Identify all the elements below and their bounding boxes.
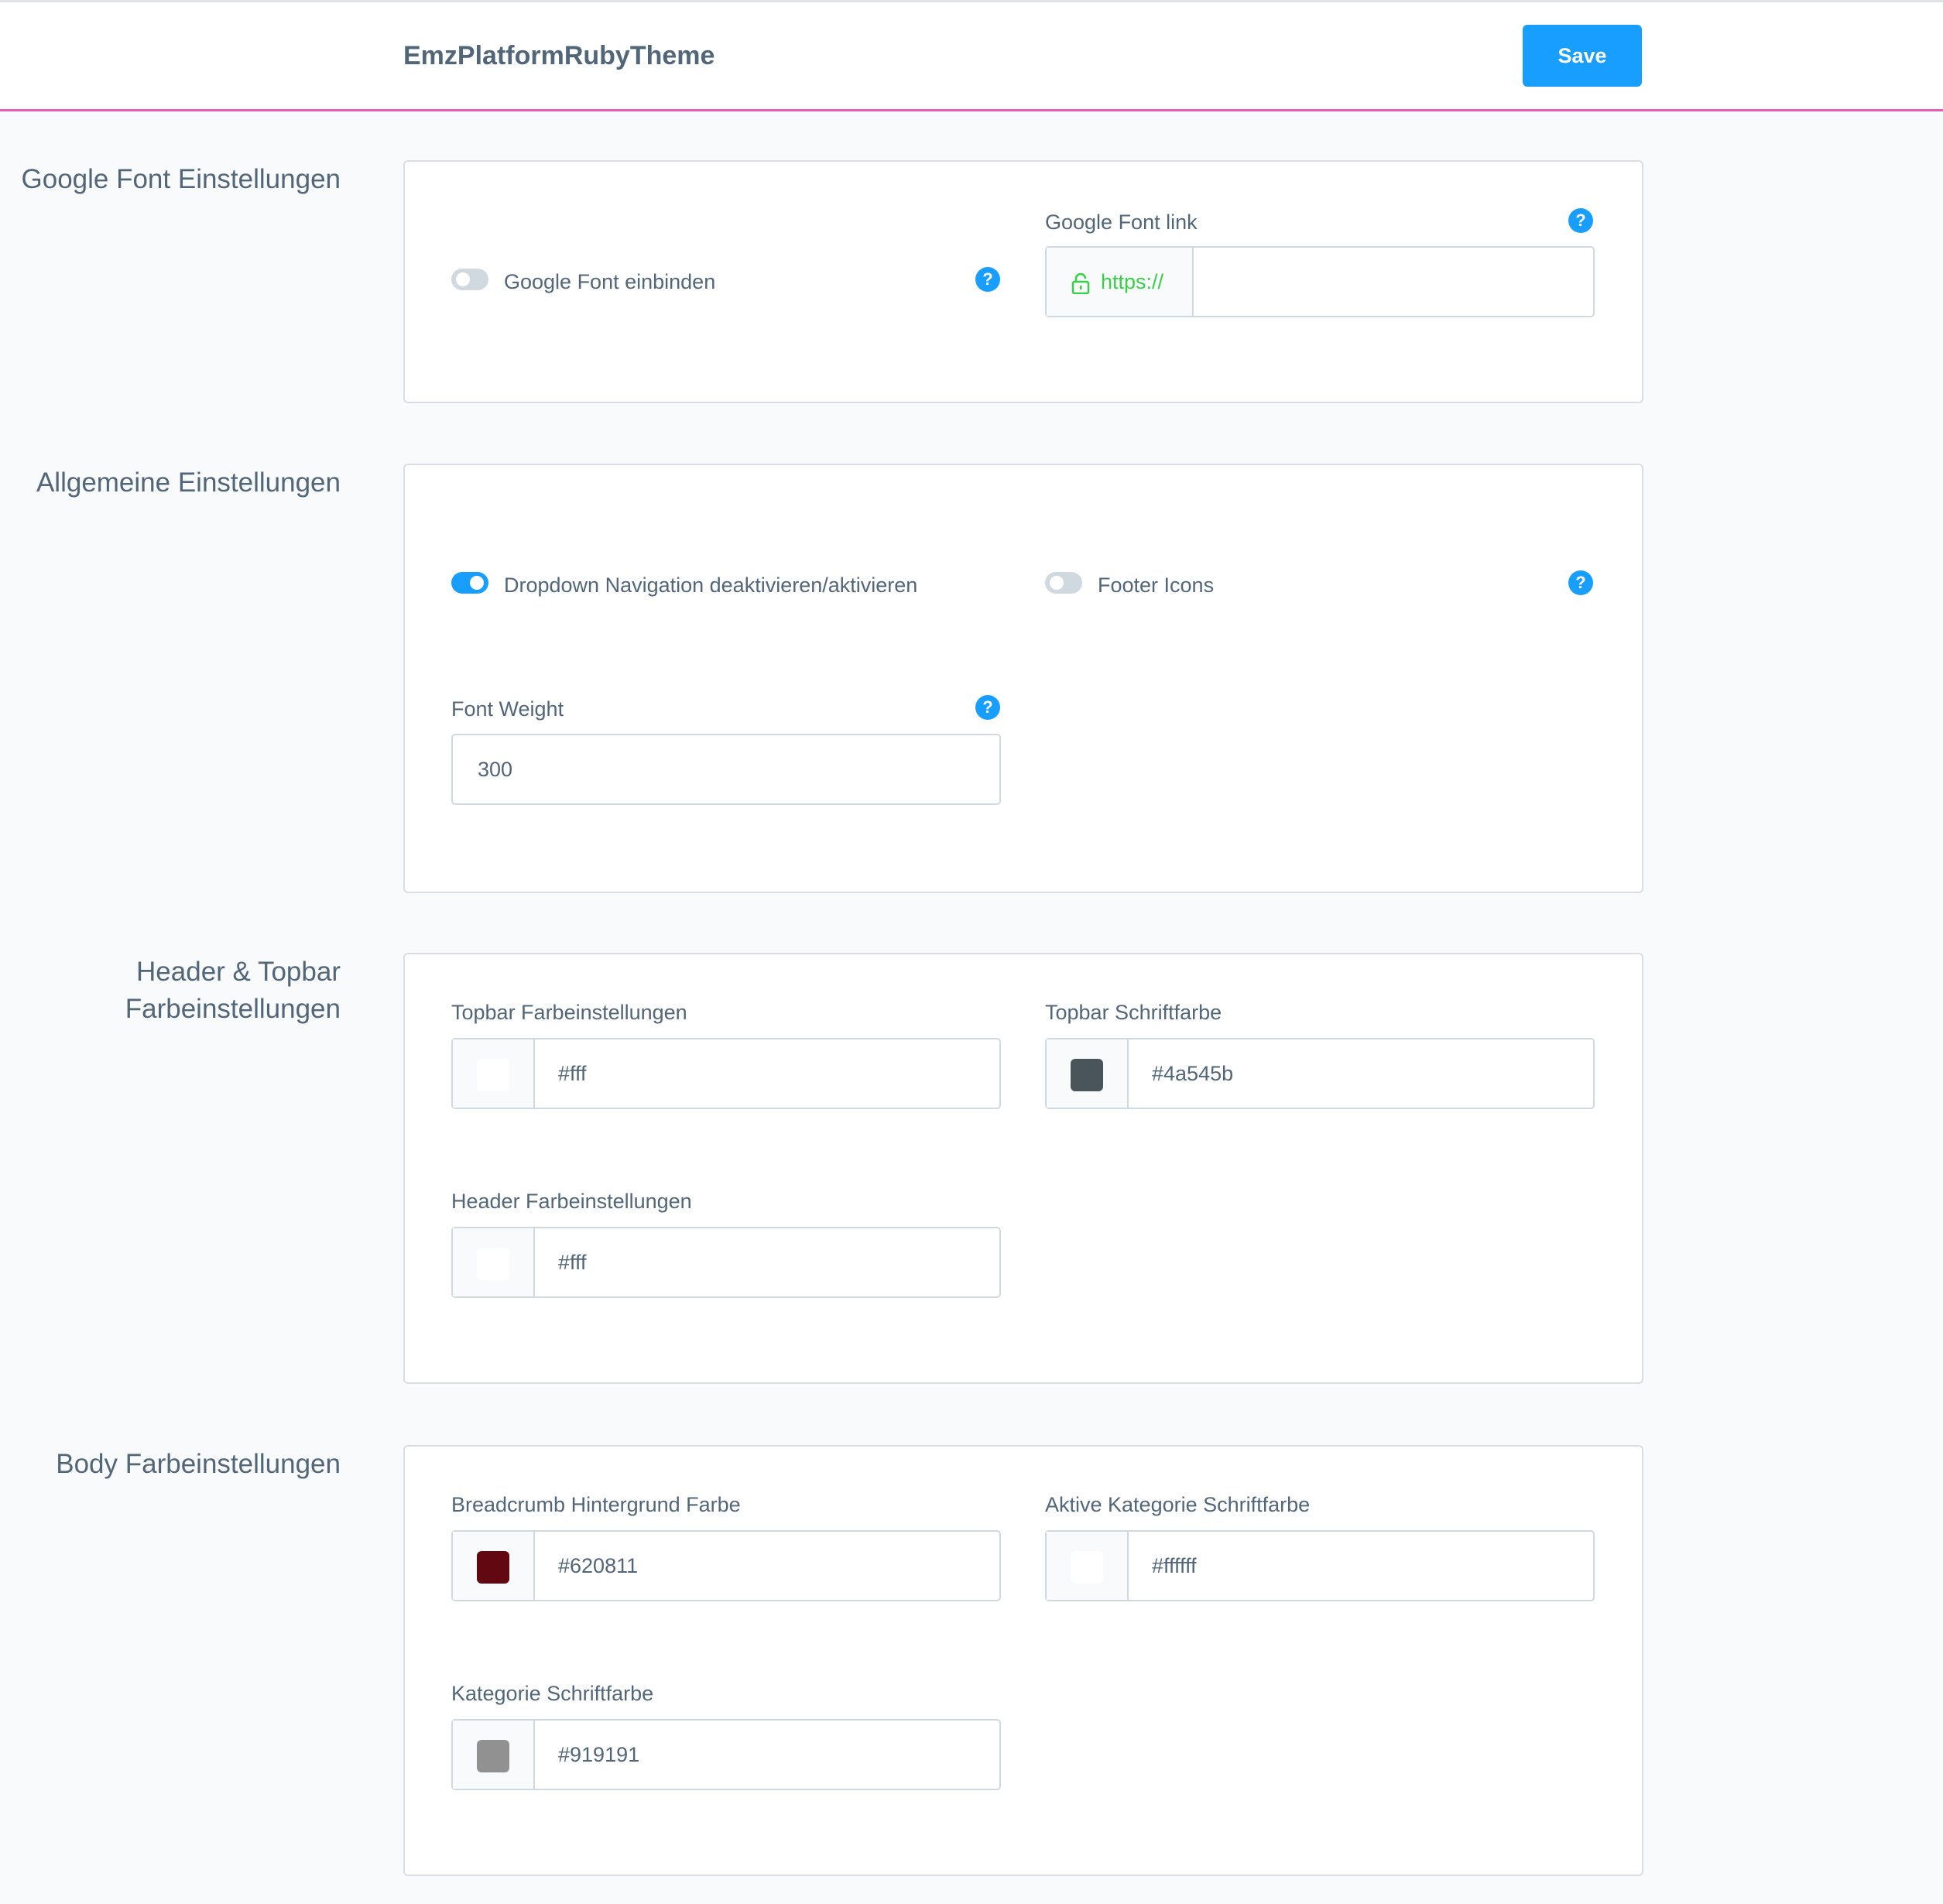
topbar-color-input[interactable]: #fff <box>451 1038 1001 1109</box>
header-color-label: Header Farbeinstellungen <box>451 1190 692 1213</box>
google-font-toggle[interactable] <box>451 269 488 290</box>
card-body: Breadcrumb Hintergrund Farbe #620811 Akt… <box>403 1445 1643 1876</box>
color-picker-trigger[interactable] <box>1047 1039 1129 1108</box>
topbar-font-color-input[interactable]: #4a545b <box>1045 1038 1595 1109</box>
page-header: EmzPlatformRubyTheme Save <box>0 2 1943 111</box>
https-prefix-text: https:// <box>1101 270 1164 293</box>
help-icon[interactable]: ? <box>975 267 1000 292</box>
active-category-font-color-value: #ffffff <box>1152 1554 1197 1577</box>
topbar-font-color-value: #4a545b <box>1152 1062 1234 1085</box>
https-prefix: https:// <box>1047 248 1194 316</box>
color-swatch <box>1071 1059 1103 1091</box>
color-picker-trigger[interactable] <box>1047 1532 1129 1600</box>
section-label-body: Body Farbeinstellungen <box>56 1449 341 1479</box>
card-header-topbar: Topbar Farbeinstellungen #fff Topbar Sch… <box>403 953 1643 1384</box>
footer-icons-label: Footer Icons <box>1098 574 1215 597</box>
color-picker-trigger[interactable] <box>453 1228 535 1296</box>
color-swatch <box>477 1740 509 1772</box>
breadcrumb-bg-color-value: #620811 <box>558 1554 639 1577</box>
toggle-knob <box>456 272 470 286</box>
category-font-color-label: Kategorie Schriftfarbe <box>451 1682 654 1705</box>
dropdown-navigation-label: Dropdown Navigation deaktivieren/aktivie… <box>504 574 918 597</box>
color-picker-trigger[interactable] <box>453 1721 535 1789</box>
page-title: EmzPlatformRubyTheme <box>403 41 715 70</box>
header-color-value: #fff <box>558 1251 587 1274</box>
color-swatch <box>477 1248 509 1280</box>
topbar-color-label: Topbar Farbeinstellungen <box>451 1001 687 1024</box>
font-weight-input[interactable]: 300 <box>451 734 1001 805</box>
card-general: Dropdown Navigation deaktivieren/aktivie… <box>403 464 1643 893</box>
active-category-font-color-input[interactable]: #ffffff <box>1045 1530 1595 1601</box>
footer-icons-toggle[interactable] <box>1045 572 1082 594</box>
breadcrumb-bg-color-label: Breadcrumb Hintergrund Farbe <box>451 1493 741 1516</box>
category-font-color-input[interactable]: #919191 <box>451 1719 1001 1790</box>
color-swatch <box>477 1059 509 1091</box>
font-weight-value: 300 <box>478 758 513 781</box>
font-weight-label: Font Weight <box>451 697 564 721</box>
topbar-font-color-label: Topbar Schriftfarbe <box>1045 1001 1222 1024</box>
active-category-font-color-label: Aktive Kategorie Schriftfarbe <box>1045 1493 1311 1516</box>
color-picker-trigger[interactable] <box>453 1039 535 1108</box>
help-icon[interactable]: ? <box>975 695 1000 720</box>
category-font-color-value: #919191 <box>558 1743 640 1766</box>
toggle-knob <box>1050 576 1064 590</box>
header-color-input[interactable]: #fff <box>451 1227 1001 1298</box>
google-font-toggle-label: Google Font einbinden <box>504 270 716 293</box>
google-font-link-label: Google Font link <box>1045 211 1198 234</box>
save-button[interactable]: Save <box>1523 25 1642 87</box>
google-font-link-input[interactable]: https:// <box>1045 246 1595 317</box>
breadcrumb-bg-color-input[interactable]: #620811 <box>451 1530 1001 1601</box>
section-label-header-topbar: Header & Topbar Farbeinstellungen <box>0 954 341 1028</box>
section-label-general: Allgemeine Einstellungen <box>36 467 341 498</box>
toggle-knob <box>470 576 484 590</box>
lock-icon <box>1071 272 1090 294</box>
help-icon[interactable]: ? <box>1568 570 1593 595</box>
help-icon[interactable]: ? <box>1568 208 1593 233</box>
card-google-font: Google Font einbinden ? Google Font link… <box>403 160 1643 403</box>
section-label-google-font: Google Font Einstellungen <box>21 164 341 194</box>
dropdown-navigation-toggle[interactable] <box>451 572 488 594</box>
color-picker-trigger[interactable] <box>453 1532 535 1600</box>
color-swatch <box>1071 1551 1103 1584</box>
section-label-line: Farbeinstellungen <box>125 994 341 1024</box>
section-label-line: Header & Topbar <box>136 957 341 987</box>
topbar-color-value: #fff <box>558 1062 587 1085</box>
color-swatch <box>477 1551 509 1584</box>
